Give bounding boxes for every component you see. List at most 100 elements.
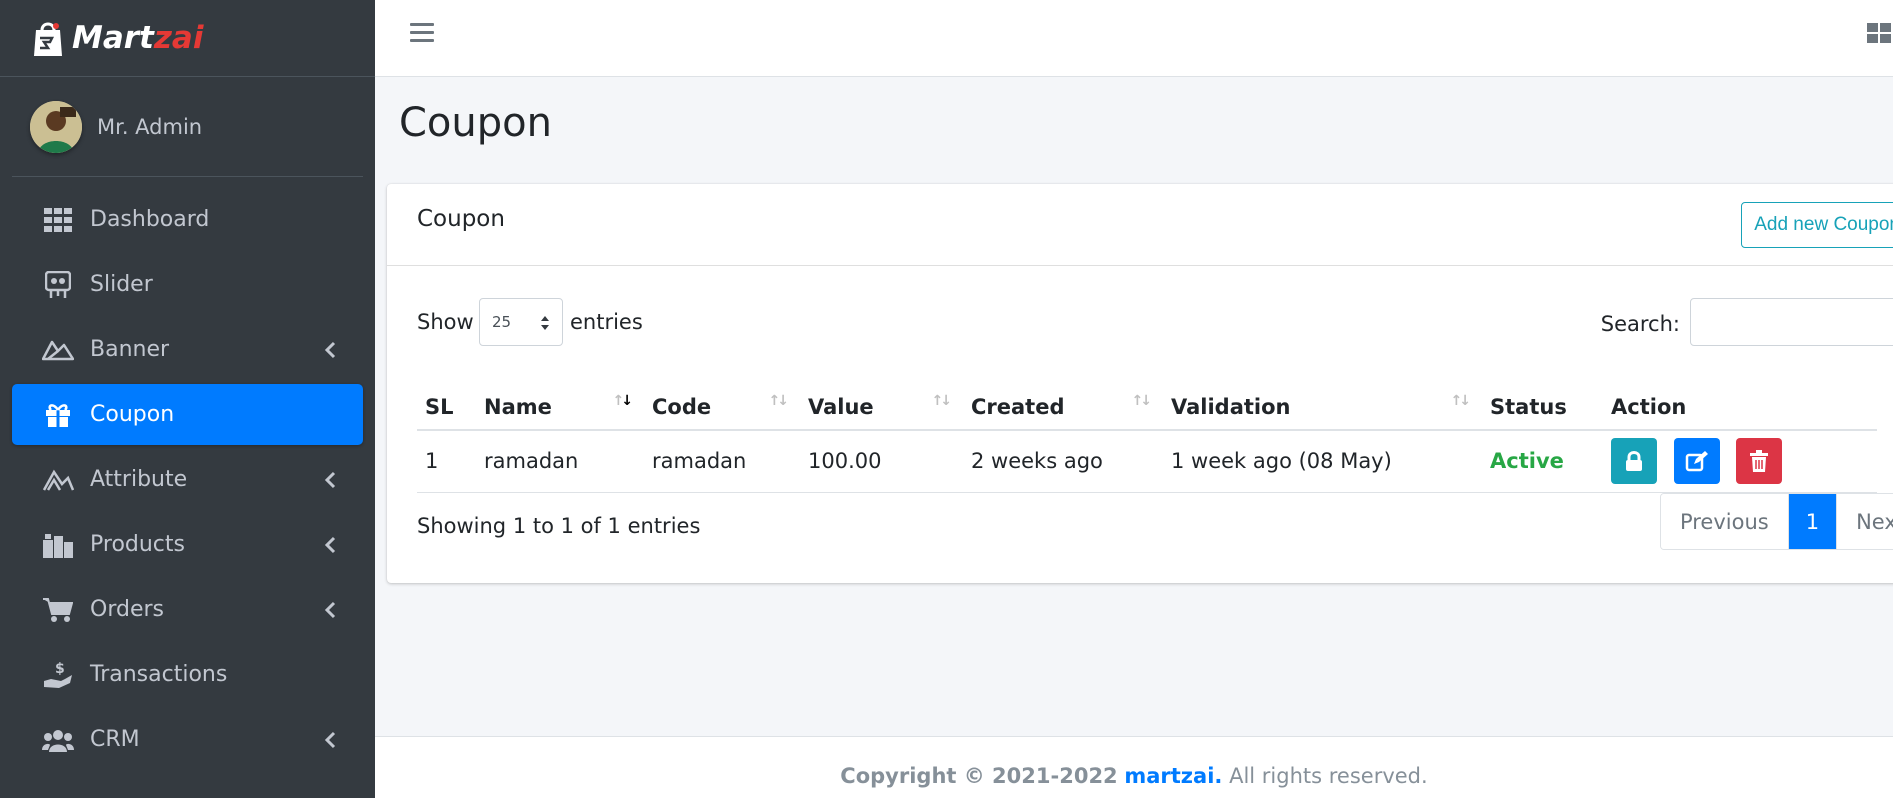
sidebar: Martzai Mr. Admin Dashboard Slider Banne… (0, 0, 375, 798)
column-header-sl[interactable]: SL (417, 381, 476, 431)
sidebar-item-label: Slider (90, 272, 153, 297)
sort-icon: ↑↓ (1131, 393, 1153, 409)
card-title: Coupon (417, 206, 505, 232)
cart-icon (42, 596, 74, 624)
edit-button[interactable] (1673, 438, 1720, 485)
sidebar-item-banner[interactable]: Banner (12, 319, 363, 380)
main-content: Coupon Coupon Add new Coupon Show 25 ent… (375, 77, 1893, 736)
table-header-row: SL Name ↑↓ Code ↑↓ Value ↑↓ Created ↑↓ Valid… (417, 381, 1877, 431)
delete-button[interactable] (1736, 438, 1783, 485)
sidebar-nav: Dashboard Slider Banner Coupon Attribute… (0, 177, 375, 770)
sidebar-item-orders[interactable]: Orders (12, 579, 363, 640)
banner-icon (42, 336, 74, 364)
entries-per-page-select[interactable]: 25 (479, 298, 563, 346)
column-header-action: Action (1603, 381, 1877, 431)
cell-value: 100.00 (800, 430, 963, 493)
entries-label: entries (570, 310, 643, 334)
search-input[interactable] (1690, 298, 1893, 346)
cell-created: 2 weeks ago (963, 430, 1163, 493)
cell-actions (1603, 430, 1877, 493)
cell-sl: 1 (417, 430, 476, 493)
footer: Copyright © 2021-2022 martzai. All right… (375, 736, 1893, 798)
sidebar-item-products[interactable]: Products (12, 514, 363, 575)
lock-icon (1626, 451, 1642, 472)
sort-icon: ↑↓ (1450, 393, 1472, 409)
sidebar-item-label: Orders (90, 597, 164, 622)
sort-icon: ↑↓ (931, 393, 953, 409)
entries-select-value: 25 (492, 313, 512, 331)
boxes-icon (42, 531, 74, 559)
sidebar-item-dashboard[interactable]: Dashboard (12, 189, 363, 250)
chevron-left-icon (324, 341, 336, 358)
avatar[interactable] (30, 100, 82, 153)
column-header-status: Status (1482, 381, 1603, 431)
next-page-button[interactable]: Next (1837, 494, 1893, 549)
table-row: 1 ramadan ramadan 100.00 2 weeks ago 1 w… (417, 430, 1877, 493)
coupon-card: Coupon Add new Coupon Show 25 entries Se… (387, 184, 1893, 583)
sidebar-item-crm[interactable]: CRM (12, 709, 363, 770)
sort-icon: ↑↓ (768, 393, 790, 409)
card-header: Coupon Add new Coupon (387, 184, 1893, 266)
cell-name: ramadan (476, 430, 644, 493)
sidebar-item-label: Attribute (90, 467, 188, 492)
cell-status: Active (1482, 430, 1603, 493)
sort-desc-icon: ↑↓ (612, 393, 633, 409)
brand[interactable]: Martzai (0, 0, 375, 77)
slider-icon (42, 270, 74, 299)
search-label: Search: (1600, 312, 1680, 336)
th-icon (42, 206, 74, 234)
table-info: Showing 1 to 1 of 1 entries (417, 514, 701, 538)
sidebar-item-coupon[interactable]: Coupon (12, 384, 363, 445)
chevron-left-icon (324, 601, 336, 618)
cell-validation: 1 week ago (08 May) (1163, 430, 1482, 493)
brand-name: Martzai (72, 20, 204, 56)
hamburger-menu-icon[interactable] (410, 23, 434, 45)
rights-text: All rights reserved. (1229, 764, 1428, 788)
grid-view-icon[interactable] (1865, 21, 1893, 45)
pagination: Previous 1 Next (1659, 493, 1893, 550)
footer-brand-link[interactable]: martzai. (1124, 764, 1222, 788)
column-header-name[interactable]: Name ↑↓ (476, 381, 644, 431)
select-sort-icon (541, 316, 549, 330)
hand-dollar-icon: $ (42, 661, 74, 689)
sidebar-item-label: Products (90, 532, 185, 557)
sidebar-item-label: Dashboard (90, 207, 210, 232)
shopping-bag-logo-icon (34, 22, 62, 56)
sidebar-item-attribute[interactable]: Attribute (12, 449, 363, 510)
chevron-left-icon (324, 536, 336, 553)
edit-icon (1685, 451, 1708, 472)
add-new-coupon-button[interactable]: Add new Coupon (1741, 202, 1893, 248)
user-panel[interactable]: Mr. Admin (12, 77, 363, 177)
page-1-button[interactable]: 1 (1788, 494, 1838, 549)
avatar-image (30, 100, 82, 153)
chevron-left-icon (324, 731, 336, 748)
sidebar-item-transactions[interactable]: $ Transactions (12, 644, 363, 705)
sidebar-item-slider[interactable]: Slider (12, 254, 363, 315)
cell-code: ramadan (644, 430, 800, 493)
chevron-left-icon (324, 471, 336, 488)
column-header-value[interactable]: Value ↑↓ (800, 381, 963, 431)
user-name[interactable]: Mr. Admin (97, 115, 202, 139)
sidebar-item-label: Banner (90, 337, 170, 362)
attribute-icon (42, 466, 74, 494)
column-header-created[interactable]: Created ↑↓ (963, 381, 1163, 431)
column-header-validation[interactable]: Validation ↑↓ (1163, 381, 1482, 431)
lock-button[interactable] (1611, 438, 1657, 485)
trash-icon (1750, 450, 1769, 473)
column-header-code[interactable]: Code ↑↓ (644, 381, 800, 431)
show-label: Show (417, 310, 474, 334)
brand-logo[interactable]: Martzai (30, 18, 203, 58)
coupon-table: SL Name ↑↓ Code ↑↓ Value ↑↓ Created ↑↓ Valid… (417, 381, 1877, 493)
gift-icon (42, 401, 74, 429)
top-navbar (375, 0, 1893, 77)
sidebar-item-label: Coupon (90, 402, 175, 427)
status-badge: Active (1490, 449, 1564, 474)
svg-text:$: $ (55, 661, 65, 677)
sidebar-item-label: Transactions (90, 662, 228, 687)
users-icon (42, 726, 74, 754)
copyright-text: Copyright © 2021-2022 (840, 764, 1118, 788)
table-controls: Show 25 entries Search: (417, 298, 1893, 348)
sidebar-item-label: CRM (90, 727, 140, 752)
page-title: Coupon (399, 100, 552, 146)
previous-page-button[interactable]: Previous (1660, 494, 1789, 549)
